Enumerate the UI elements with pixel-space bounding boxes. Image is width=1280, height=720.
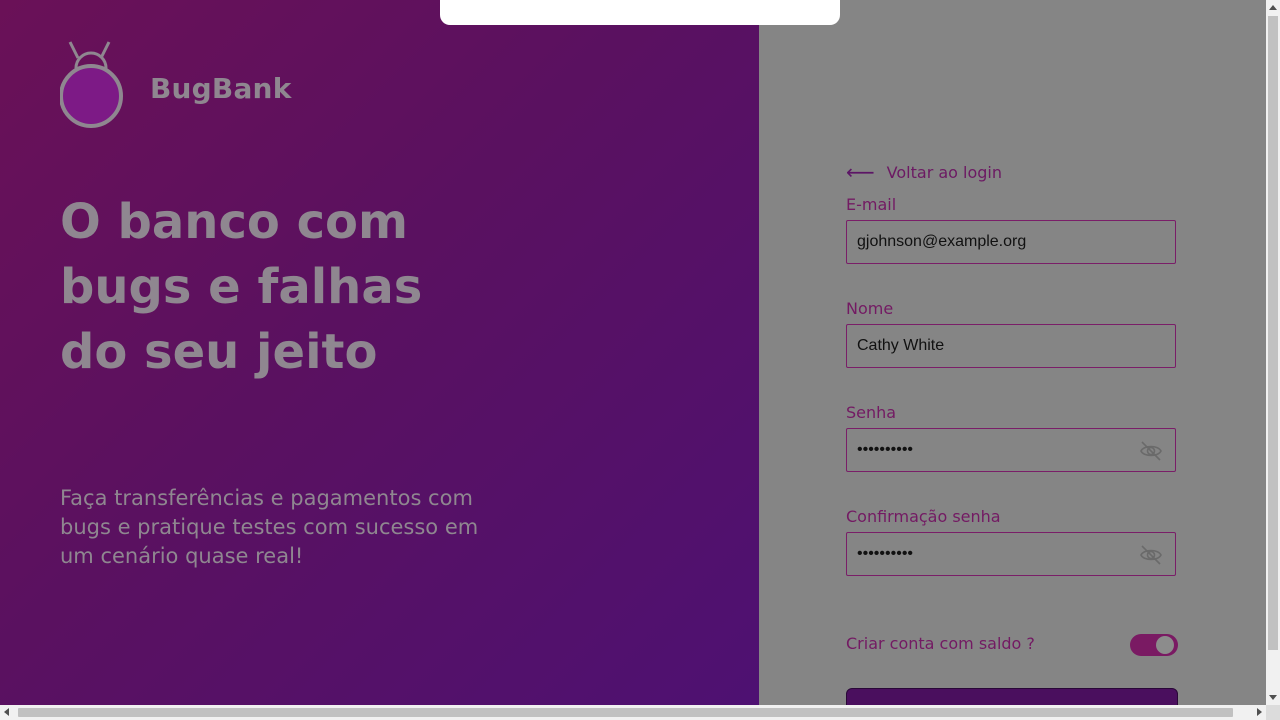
horizontal-scroll-thumb[interactable] bbox=[18, 708, 1233, 717]
hero-title-line: bugs e falhas bbox=[60, 259, 423, 315]
hero-panel: BugBank O banco com bugs e falhas do seu… bbox=[0, 0, 759, 705]
scroll-left-icon[interactable] bbox=[4, 708, 9, 716]
scroll-down-icon[interactable] bbox=[1269, 695, 1277, 700]
password-confirm-input[interactable] bbox=[847, 533, 1175, 575]
scrollbar-corner bbox=[1266, 705, 1280, 720]
eye-off-icon[interactable] bbox=[1139, 543, 1163, 567]
email-field-wrap bbox=[846, 220, 1176, 264]
toggle-knob bbox=[1156, 636, 1174, 654]
hero-title: O banco com bugs e falhas do seu jeito bbox=[60, 190, 480, 385]
password-input[interactable] bbox=[847, 429, 1175, 471]
back-to-login-link[interactable]: ⟵ Voltar ao login bbox=[846, 160, 1002, 184]
name-field-wrap bbox=[846, 324, 1176, 368]
email-input[interactable] bbox=[847, 221, 1175, 263]
hero-title-line: O banco com bbox=[60, 194, 409, 250]
password-label: Senha bbox=[846, 403, 897, 422]
hero-title-line: do seu jeito bbox=[60, 324, 378, 380]
email-label: E-mail bbox=[846, 195, 897, 214]
vertical-scroll-thumb[interactable] bbox=[1268, 16, 1278, 650]
name-input[interactable] bbox=[847, 325, 1175, 367]
modal-edge bbox=[440, 0, 840, 25]
password-confirm-field-wrap bbox=[846, 532, 1176, 576]
vertical-scrollbar[interactable] bbox=[1266, 0, 1280, 705]
horizontal-scrollbar[interactable] bbox=[0, 705, 1266, 720]
scroll-right-icon[interactable] bbox=[1257, 708, 1262, 716]
scroll-up-icon[interactable] bbox=[1269, 5, 1277, 10]
password-confirm-label: Confirmação senha bbox=[846, 507, 1001, 526]
brand-name: BugBank bbox=[150, 71, 292, 105]
balance-toggle-label: Criar conta com saldo ? bbox=[846, 634, 1035, 653]
brand-logo: BugBank bbox=[60, 40, 292, 130]
eye-off-icon[interactable] bbox=[1139, 439, 1163, 463]
balance-toggle[interactable] bbox=[1130, 634, 1178, 656]
arrow-left-icon: ⟵ bbox=[846, 160, 875, 184]
name-label: Nome bbox=[846, 299, 894, 318]
back-to-login-label: Voltar ao login bbox=[886, 162, 1003, 182]
hero-subtitle: Faça transferências e pagamentos com bug… bbox=[60, 486, 479, 568]
bug-logo-icon bbox=[60, 41, 123, 128]
password-field-wrap bbox=[846, 428, 1176, 472]
